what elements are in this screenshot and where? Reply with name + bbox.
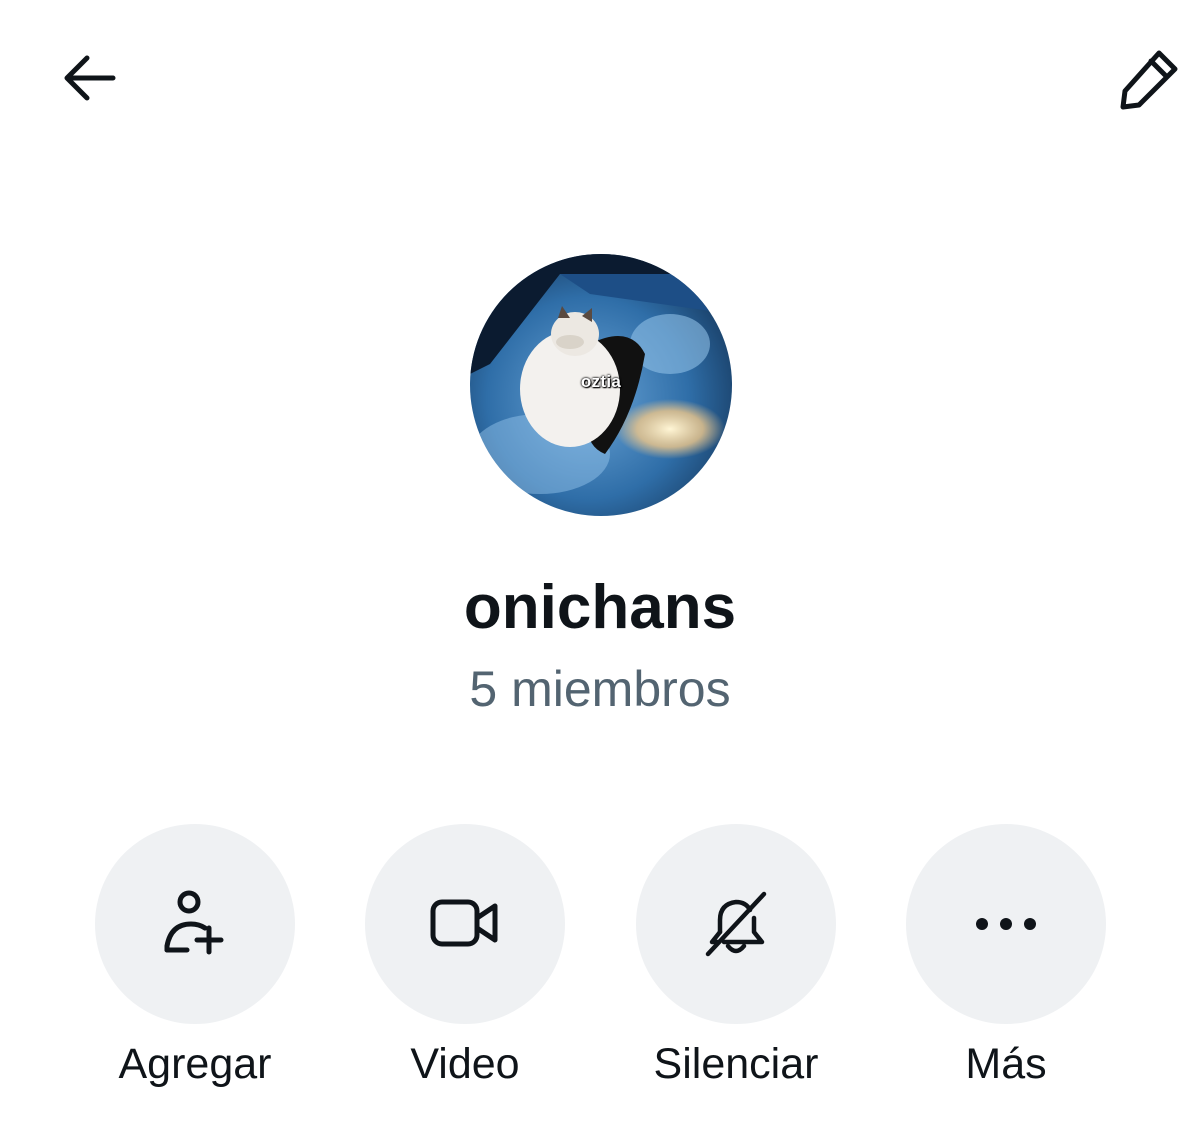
pencil-icon: [1120, 50, 1178, 110]
back-button[interactable]: [47, 36, 131, 120]
edit-button[interactable]: [1108, 36, 1192, 120]
group-name: onichans: [463, 573, 737, 642]
mute-button[interactable]: Silenciar: [636, 824, 836, 1094]
more-label: Más: [965, 1040, 1047, 1088]
avatar-caption: oztia: [580, 372, 622, 391]
video-label: Video: [410, 1040, 520, 1088]
mute-label: Silenciar: [653, 1040, 819, 1088]
add-member-circle[interactable]: [95, 824, 295, 1024]
add-member-label: Agregar: [118, 1040, 272, 1088]
add-member-button[interactable]: Agregar: [95, 824, 295, 1094]
video-circle[interactable]: [365, 824, 565, 1024]
mute-circle[interactable]: [636, 824, 836, 1024]
video-button[interactable]: Video: [365, 824, 565, 1094]
video-camera-icon: [430, 899, 498, 947]
group-avatar[interactable]: oztia: [470, 254, 732, 516]
bell-off-icon: [705, 891, 767, 957]
arrow-left-icon: [64, 55, 116, 101]
more-circle[interactable]: [906, 824, 1106, 1024]
more-button[interactable]: Más: [906, 824, 1106, 1094]
member-count[interactable]: 5 miembros: [0, 658, 1200, 720]
more-dots-icon: [976, 918, 1036, 930]
add-person-icon: [164, 890, 224, 955]
